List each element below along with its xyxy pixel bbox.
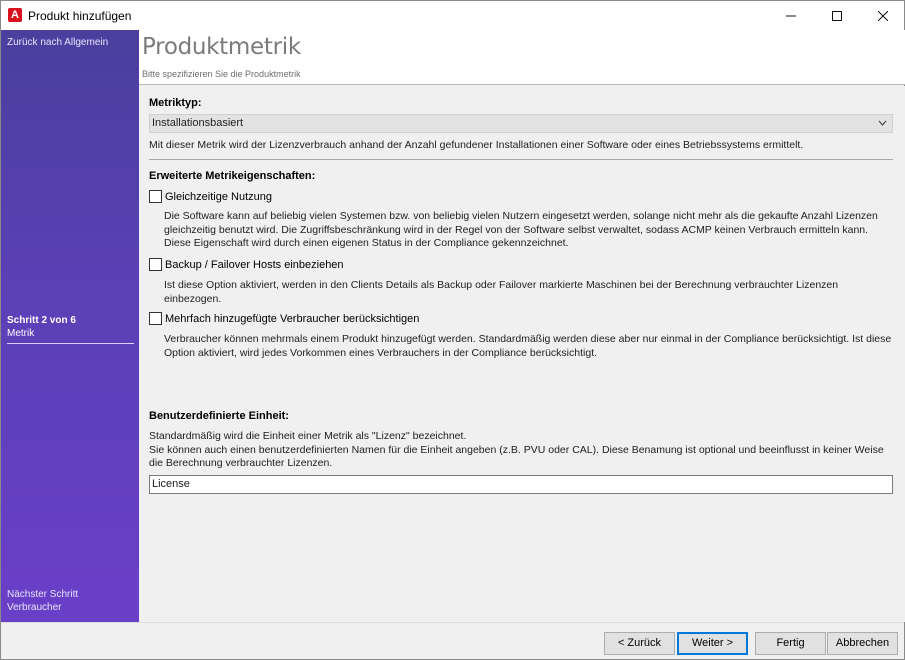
multiple-consumers-description: Verbraucher können mehrmals einem Produk…: [164, 333, 892, 359]
cancel-button[interactable]: Abbrechen: [827, 632, 898, 655]
minimize-icon[interactable]: [768, 1, 814, 30]
wizard-window: A Produkt hinzufügen Zurück nach Allgeme…: [0, 0, 905, 660]
extended-properties-label: Erweiterte Metrikeigenschaften:: [149, 170, 316, 182]
concurrent-usage-label[interactable]: Gleichzeitige Nutzung: [165, 191, 272, 203]
window-title: Produkt hinzufügen: [28, 9, 132, 23]
back-to-general-link[interactable]: Zurück nach Allgemein: [7, 36, 127, 49]
finish-button[interactable]: Fertig: [755, 632, 826, 655]
page-subtitle: Bitte spezifizieren Sie die Produktmetri…: [142, 69, 301, 79]
metric-type-value: Installationsbasiert: [152, 117, 244, 129]
backup-failover-label[interactable]: Backup / Failover Hosts einbeziehen: [165, 259, 344, 271]
content-area: Metriktyp: Installationsbasiert Mit dies…: [139, 86, 905, 622]
custom-unit-input[interactable]: License: [149, 475, 893, 494]
step-name: Metrik: [7, 328, 35, 339]
concurrent-usage-option[interactable]: Gleichzeitige Nutzung: [149, 190, 272, 203]
custom-unit-description-line1: Standardmäßig wird die Einheit einer Met…: [149, 430, 467, 442]
next-button[interactable]: Weiter >: [677, 632, 748, 655]
wizard-sidebar: Zurück nach Allgemein Schritt 2 von 6 Me…: [1, 30, 139, 622]
metric-type-label: Metriktyp:: [149, 97, 202, 109]
backup-failover-checkbox[interactable]: [149, 258, 162, 271]
maximize-icon[interactable]: [814, 1, 860, 30]
next-step-label: Nächster Schritt: [7, 589, 79, 600]
concurrent-usage-description: Die Software kann auf beliebig vielen Sy…: [164, 210, 878, 249]
wizard-footer: < Zurück Weiter > Fertig Abbrechen: [1, 622, 904, 659]
backup-failover-option[interactable]: Backup / Failover Hosts einbeziehen: [149, 258, 344, 271]
chevron-down-icon[interactable]: [878, 115, 887, 138]
page-header: Produktmetrik Bitte spezifizieren Sie di…: [139, 30, 905, 85]
next-step-link[interactable]: Nächster Schritt Verbraucher: [7, 588, 78, 614]
back-button[interactable]: < Zurück: [604, 632, 675, 655]
custom-unit-description: Standardmäßig wird die Einheit einer Met…: [149, 430, 897, 471]
multiple-consumers-option[interactable]: Mehrfach hinzugefügte Verbraucher berück…: [149, 312, 419, 325]
multiple-consumers-checkbox[interactable]: [149, 312, 162, 325]
title-bar[interactable]: A Produkt hinzufügen: [1, 1, 904, 30]
metric-description: Mit dieser Metrik wird der Lizenzverbrau…: [149, 139, 804, 151]
current-step: Schritt 2 von 6 Metrik: [7, 314, 76, 340]
app-logo-icon: A: [8, 8, 22, 22]
backup-failover-description: Ist diese Option aktiviert, werden in de…: [164, 279, 839, 305]
page-title: Produktmetrik: [142, 34, 301, 60]
next-step-name: Verbraucher: [7, 602, 62, 613]
section-divider: [149, 159, 893, 160]
metric-type-select[interactable]: Installationsbasiert: [149, 114, 893, 133]
concurrent-usage-checkbox[interactable]: [149, 190, 162, 203]
custom-unit-label: Benutzerdefinierte Einheit:: [149, 410, 289, 422]
custom-unit-description-line2: Sie können auch einen benutzerdefinierte…: [149, 443, 884, 470]
step-divider: [7, 343, 134, 344]
step-counter: Schritt 2 von 6: [7, 315, 76, 326]
close-icon[interactable]: [860, 1, 905, 30]
multiple-consumers-label[interactable]: Mehrfach hinzugefügte Verbraucher berück…: [165, 313, 419, 325]
